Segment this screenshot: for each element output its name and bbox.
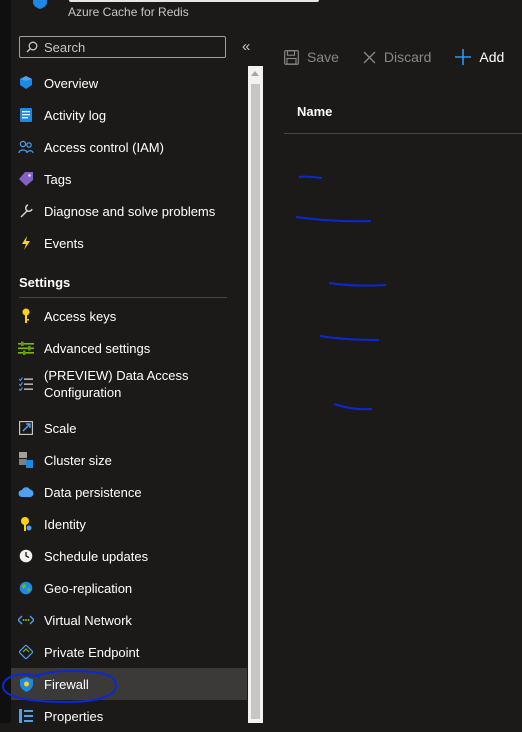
redaction-mark-1	[298, 175, 323, 179]
redaction-scribbles	[2, 175, 387, 704]
redaction-mark-2	[295, 216, 372, 223]
firewall-highlight-circle	[2, 669, 118, 704]
redaction-mark-4	[319, 335, 380, 341]
redaction-mark-3	[328, 282, 387, 287]
redaction-mark-5	[333, 403, 373, 411]
